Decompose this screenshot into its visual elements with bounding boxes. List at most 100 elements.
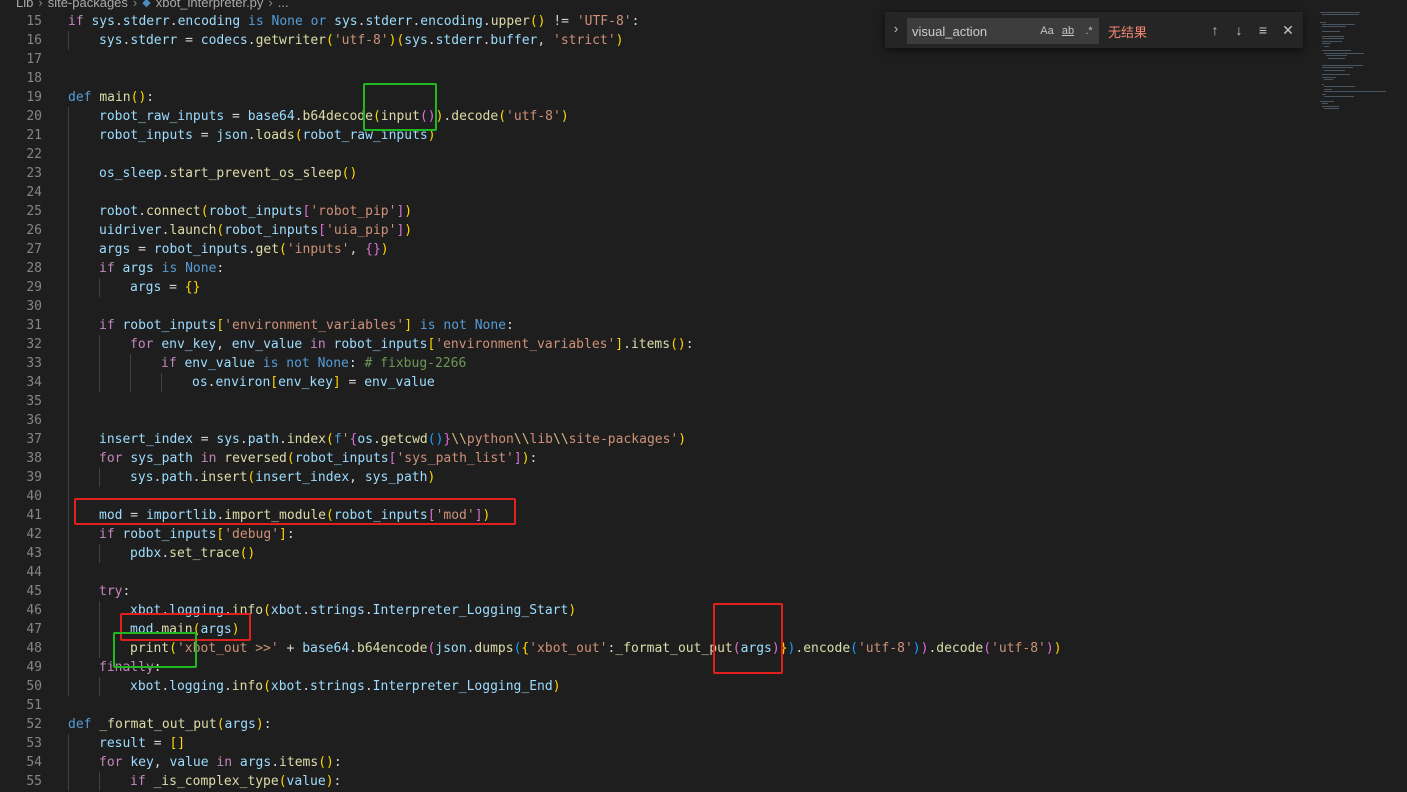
line-number[interactable]: 47	[0, 620, 42, 639]
line-number[interactable]: 23	[0, 164, 42, 183]
code-line[interactable]: 53 result = []	[0, 734, 1300, 753]
indent-guide	[68, 772, 69, 791]
breadcrumb-item-file[interactable]: xbot_interpreter.py	[156, 0, 264, 10]
code-line[interactable]: 26 uidriver.launch(robot_inputs['uia_pip'…	[0, 221, 1300, 240]
code-token: .	[294, 109, 303, 124]
code-line[interactable]: 22	[0, 145, 1300, 164]
line-number[interactable]: 32	[0, 335, 42, 354]
line-number[interactable]: 49	[0, 658, 42, 677]
code-line[interactable]: 27 args = robot_inputs.get('inputs', {})	[0, 240, 1300, 259]
line-number[interactable]: 19	[0, 88, 42, 107]
code-line[interactable]: 30	[0, 297, 1300, 316]
line-number[interactable]: 31	[0, 316, 42, 335]
match-case-icon[interactable]: Aa	[1038, 22, 1056, 40]
toggle-replace-icon[interactable]: ›	[889, 21, 903, 39]
line-number[interactable]: 53	[0, 734, 42, 753]
line-number[interactable]: 36	[0, 411, 42, 430]
code-editor[interactable]: 15 if sys.stderr.encoding is None or sys.…	[0, 12, 1407, 792]
line-number[interactable]: 30	[0, 297, 42, 316]
code-token: codecs	[200, 33, 248, 48]
line-number[interactable]: 38	[0, 449, 42, 468]
code-line[interactable]: 24	[0, 183, 1300, 202]
line-number[interactable]: 29	[0, 278, 42, 297]
close-icon[interactable]: ✕	[1278, 20, 1298, 40]
code-line[interactable]: 20 robot_raw_inputs = base64.b64decode(in…	[0, 107, 1300, 126]
find-in-selection-icon[interactable]: ≡	[1253, 20, 1273, 40]
breadcrumb-item-more[interactable]: ...	[278, 0, 289, 10]
code-token: if	[99, 318, 123, 333]
find-input-box[interactable]: Aa ab .*	[907, 18, 1099, 44]
code-line[interactable]: 51	[0, 696, 1300, 715]
code-line[interactable]: 37 insert_index = sys.path.index(f'{os.ge…	[0, 430, 1300, 449]
breadcrumb-item-lib[interactable]: Lib	[16, 0, 33, 10]
line-number[interactable]: 15	[0, 12, 42, 31]
find-input[interactable]	[912, 22, 1032, 40]
code-line[interactable]: 35	[0, 392, 1300, 411]
code-line[interactable]: 42 if robot_inputs['debug']:	[0, 525, 1300, 544]
regex-icon[interactable]: .*	[1080, 22, 1098, 40]
line-number[interactable]: 26	[0, 221, 42, 240]
line-number[interactable]: 51	[0, 696, 42, 715]
line-number[interactable]: 16	[0, 31, 42, 50]
code-line[interactable]: 39 sys.path.insert(insert_index, sys_path…	[0, 468, 1300, 487]
code-line[interactable]: 18	[0, 69, 1300, 88]
code-line[interactable]: 50 xbot.logging.info(xbot.strings.Interpr…	[0, 677, 1300, 696]
line-number[interactable]: 18	[0, 69, 42, 88]
code-token: .	[239, 432, 248, 447]
line-number[interactable]: 24	[0, 183, 42, 202]
line-number[interactable]: 42	[0, 525, 42, 544]
whole-word-icon[interactable]: ab	[1059, 22, 1077, 40]
line-number[interactable]: 39	[0, 468, 42, 487]
line-number[interactable]: 28	[0, 259, 42, 278]
code-line[interactable]: 34 os.environ[env_key] = env_value	[0, 373, 1300, 392]
code-token: in	[192, 451, 225, 466]
line-number[interactable]: 22	[0, 145, 42, 164]
code-token: None	[474, 318, 507, 333]
code-line[interactable]: 55 if _is_complex_type(value):	[0, 772, 1300, 791]
code-token: sys_path	[130, 451, 193, 466]
line-number[interactable]: 44	[0, 563, 42, 582]
line-number[interactable]: 40	[0, 487, 42, 506]
line-number[interactable]: 50	[0, 677, 42, 696]
code-line[interactable]: 31 if robot_inputs['environment_variables…	[0, 316, 1300, 335]
line-number[interactable]: 20	[0, 107, 42, 126]
code-token: dumps	[474, 641, 514, 656]
line-number[interactable]: 41	[0, 506, 42, 525]
line-number[interactable]: 37	[0, 430, 42, 449]
line-number[interactable]: 17	[0, 50, 42, 69]
code-line[interactable]: 28 if args is None:	[0, 259, 1300, 278]
code-line[interactable]: 38 for sys_path in reversed(robot_inputs[…	[0, 449, 1300, 468]
line-number[interactable]: 43	[0, 544, 42, 563]
next-match-icon[interactable]: ↓	[1229, 20, 1249, 40]
code-line[interactable]: 33 if env_value is not None: # fixbug-226…	[0, 354, 1300, 373]
code-line[interactable]: 17	[0, 50, 1300, 69]
line-number[interactable]: 25	[0, 202, 42, 221]
line-number[interactable]: 27	[0, 240, 42, 259]
code-line[interactable]: 29 args = {}	[0, 278, 1300, 297]
code-line[interactable]: 36	[0, 411, 1300, 430]
line-number[interactable]: 34	[0, 373, 42, 392]
line-number[interactable]: 48	[0, 639, 42, 658]
code-line[interactable]: 54 for key, value in args.items():	[0, 753, 1300, 772]
line-number[interactable]: 46	[0, 601, 42, 620]
code-line[interactable]: 52 def _format_out_put(args):	[0, 715, 1300, 734]
code-line[interactable]: 45 try:	[0, 582, 1300, 601]
line-number[interactable]: 55	[0, 772, 42, 791]
line-number[interactable]: 45	[0, 582, 42, 601]
code-line[interactable]: 44	[0, 563, 1300, 582]
line-number[interactable]: 54	[0, 753, 42, 772]
minimap[interactable]	[1320, 12, 1390, 147]
previous-match-icon[interactable]: ↑	[1205, 20, 1225, 40]
code-line[interactable]: 25 robot.connect(robot_inputs['robot_pip'…	[0, 202, 1300, 221]
code-line[interactable]: 23 os_sleep.start_prevent_os_sleep()	[0, 164, 1300, 183]
code-line[interactable]: 21 robot_inputs = json.loads(robot_raw_in…	[0, 126, 1300, 145]
code-line[interactable]: 32 for env_key, env_value in robot_inputs…	[0, 335, 1300, 354]
indent-guide	[68, 164, 69, 183]
code-line[interactable]: 43 pdbx.set_trace()	[0, 544, 1300, 563]
line-number[interactable]: 35	[0, 392, 42, 411]
line-number[interactable]: 52	[0, 715, 42, 734]
line-number[interactable]: 33	[0, 354, 42, 373]
code-line[interactable]: 19 def main():	[0, 88, 1300, 107]
breadcrumb-item-site-packages[interactable]: site-packages	[48, 0, 128, 10]
line-number[interactable]: 21	[0, 126, 42, 145]
